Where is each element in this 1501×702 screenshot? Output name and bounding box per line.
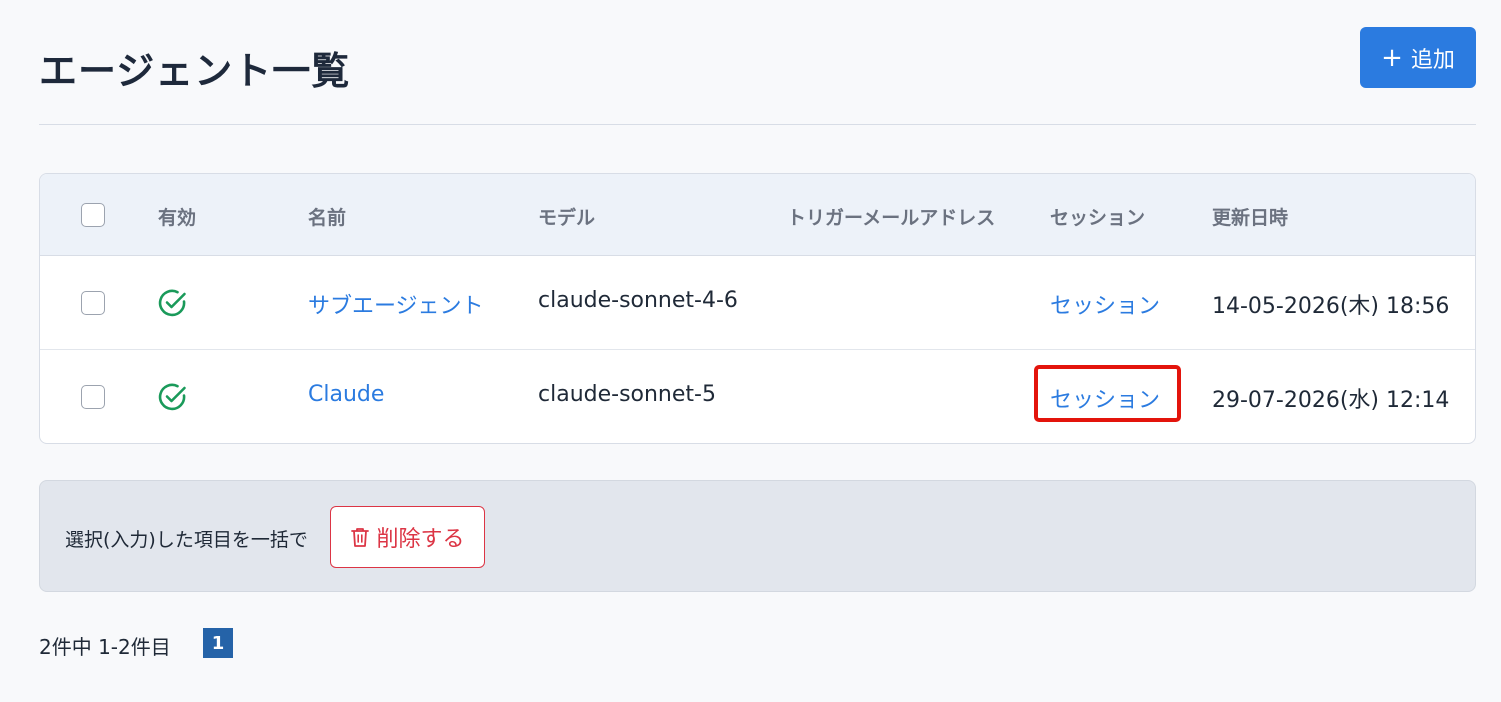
add-button-label: 追加 (1410, 47, 1455, 73)
column-header-updated: 更新日時 (1212, 207, 1289, 229)
trash-icon (351, 528, 370, 547)
bulk-action-bar: 選択(入力)した項目を一括で 削除する (39, 480, 1476, 592)
row-checkbox[interactable] (81, 385, 105, 409)
bulk-action-label: 選択(入力)した項目を一括で (65, 529, 308, 551)
session-link[interactable]: セッション (1050, 288, 1160, 320)
agent-name-link[interactable]: Claude (308, 382, 384, 407)
page-1-button[interactable]: 1 (203, 628, 233, 658)
agent-model: claude-sonnet-4-6 (538, 288, 738, 313)
table-row: サブエージェント claude-sonnet-4-6 セッション 14-05-2… (40, 256, 1475, 350)
select-all-checkbox[interactable] (81, 203, 105, 227)
column-header-session: セッション (1050, 207, 1146, 229)
agent-name-link[interactable]: サブエージェント (308, 288, 484, 320)
title-divider (39, 124, 1476, 125)
add-button[interactable]: + 追加 (1360, 27, 1476, 88)
column-header-enabled: 有効 (158, 207, 197, 229)
delete-button-label: 削除する (376, 527, 465, 552)
session-link[interactable]: セッション (1050, 382, 1160, 414)
table-header: 有効 名前 モデル トリガーメールアドレス セッション 更新日時 (40, 174, 1475, 256)
row-checkbox[interactable] (81, 291, 105, 315)
agent-updated: 29-07-2026(水) 12:14 (1212, 388, 1450, 413)
pagination-info: 2件中 1-2件目 (39, 635, 171, 659)
page-title: エージェント一覧 (39, 49, 351, 93)
agent-table: 有効 名前 モデル トリガーメールアドレス セッション 更新日時 サブエージェン… (39, 173, 1476, 444)
column-header-name: 名前 (308, 207, 347, 229)
plus-icon: + (1381, 42, 1403, 73)
agent-model: claude-sonnet-5 (538, 382, 716, 407)
column-header-model: モデル (538, 207, 596, 229)
column-header-trigger-email: トリガーメールアドレス (787, 207, 996, 229)
agent-updated: 14-05-2026(木) 18:56 (1212, 294, 1450, 319)
check-circle-icon (158, 383, 186, 411)
check-circle-icon (158, 289, 186, 317)
delete-button[interactable]: 削除する (330, 506, 485, 568)
table-row: Claude claude-sonnet-5 セッション 29-07-2026(… (40, 350, 1475, 443)
